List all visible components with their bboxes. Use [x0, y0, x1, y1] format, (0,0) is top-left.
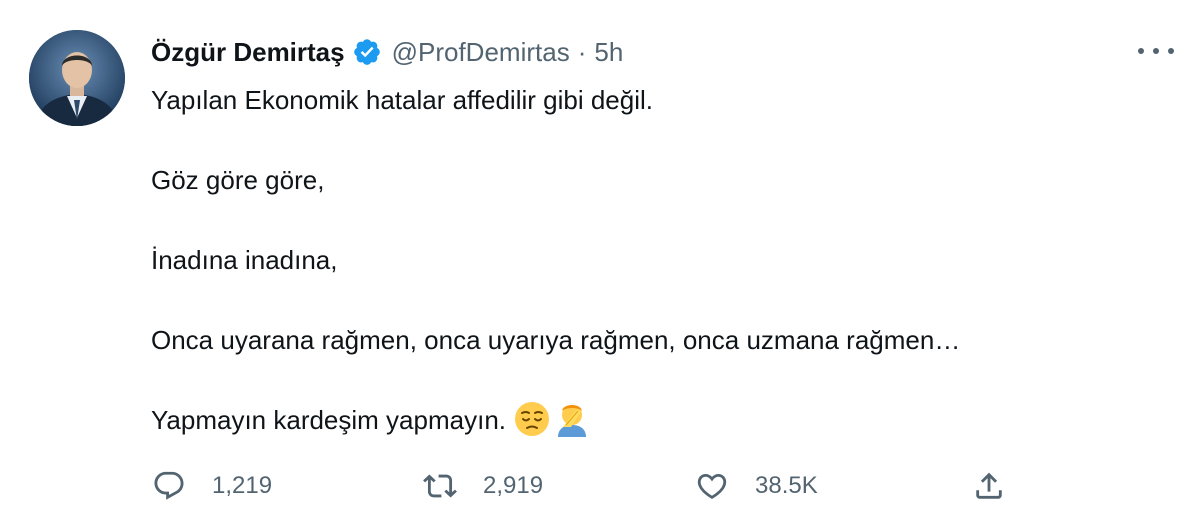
tweet-paragraph: İnadına inadına,	[151, 245, 338, 275]
like-count: 38.5K	[755, 472, 818, 499]
more-options-button[interactable]	[1138, 36, 1174, 66]
share-button[interactable]	[972, 466, 1006, 506]
tweet-timestamp[interactable]: 5h	[594, 37, 623, 68]
retweet-icon	[423, 474, 457, 498]
heart-icon	[697, 473, 727, 499]
tweet-paragraph: Göz göre göre,	[151, 165, 325, 195]
retweet-count: 2,919	[483, 472, 544, 499]
like-button[interactable]: 38.5K	[695, 466, 818, 506]
tweet-actions: 1,219 2,919 38.5K	[0, 466, 1194, 506]
verified-badge-icon	[353, 39, 380, 65]
tweet-paragraph: Onca uyarana rağmen, onca uyarıya rağmen…	[151, 325, 961, 355]
tweet-header: Özgür Demirtaş @ProfDemirtas · 5h	[151, 33, 623, 71]
tweet-last-line: Yapmayın kardeşim yapmayın.	[151, 400, 1151, 440]
tweet-text: Yapılan Ekonomik hatalar affedilir gibi …	[151, 80, 1151, 480]
tweet-paragraph: Yapmayın kardeşim yapmayın.	[151, 405, 506, 435]
facepalm-icon	[558, 405, 586, 437]
reply-icon	[154, 471, 184, 500]
more-dot-icon	[1153, 48, 1159, 54]
header-separator: ·	[577, 36, 587, 67]
reply-count: 1,219	[212, 472, 273, 499]
avatar-photo	[29, 30, 125, 126]
retweet-button[interactable]: 2,919	[423, 466, 543, 506]
author-avatar[interactable]	[29, 30, 125, 126]
author-handle[interactable]: @ProfDemirtas	[392, 37, 570, 68]
tweet-paragraph: Yapılan Ekonomik hatalar affedilir gibi …	[151, 85, 653, 115]
pensive-face-icon	[515, 402, 549, 436]
reply-button[interactable]: 1,219	[152, 466, 272, 506]
author-name[interactable]: Özgür Demirtaş	[151, 37, 345, 68]
share-icon	[976, 472, 1002, 499]
more-dot-icon	[1138, 48, 1144, 54]
more-dot-icon	[1168, 48, 1174, 54]
